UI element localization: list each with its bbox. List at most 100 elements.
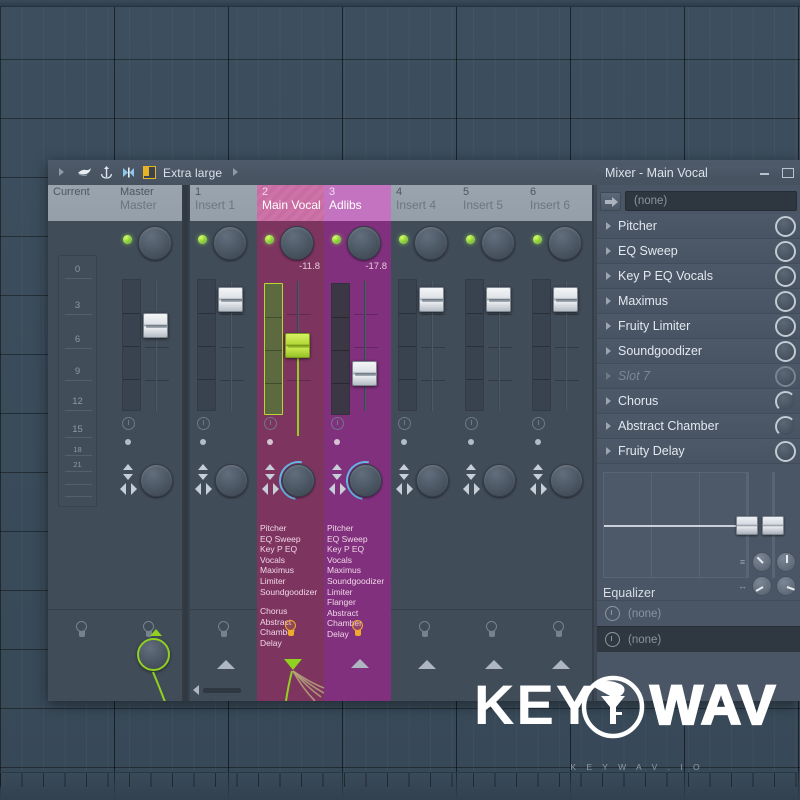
- channel-enable-led[interactable]: [265, 235, 274, 244]
- strip-insert-4[interactable]: 4 Insert 4: [391, 185, 458, 701]
- pan-icon[interactable]: [396, 483, 413, 496]
- strip-header[interactable]: 4 Insert 4: [391, 185, 458, 221]
- send-triangle-icon[interactable]: [351, 659, 369, 668]
- record-dot-icon[interactable]: [334, 439, 340, 445]
- bulb-icon[interactable]: [216, 621, 231, 638]
- pan-icon[interactable]: [530, 483, 547, 496]
- chevron-right-icon[interactable]: [606, 247, 611, 255]
- fader-rail[interactable]: [364, 281, 366, 411]
- play-arrow-icon[interactable]: [55, 165, 70, 180]
- strip-header[interactable]: 2 Main Vocal: [257, 185, 324, 221]
- channel-volume-knob[interactable]: [280, 226, 314, 260]
- slot-mix-knob[interactable]: [775, 216, 796, 237]
- send-triangle-icon[interactable]: [217, 660, 235, 669]
- stereo-separation-icon[interactable]: [330, 464, 344, 480]
- volume-fader[interactable]: [218, 287, 243, 312]
- channel-enable-led[interactable]: [533, 235, 542, 244]
- output-routing-row-2[interactable]: (none): [597, 626, 800, 652]
- channel-enable-led[interactable]: [198, 235, 207, 244]
- channel-enable-led[interactable]: [399, 235, 408, 244]
- record-dot-icon[interactable]: [267, 439, 273, 445]
- input-routing-icon[interactable]: [600, 191, 621, 211]
- effect-slot-7[interactable]: Slot 7: [597, 364, 800, 389]
- strip-main-vocal[interactable]: 2 Main Vocal -11.8 Pitcher EQ Sweep Key …: [257, 185, 326, 701]
- slot-mix-knob[interactable]: [775, 366, 796, 387]
- send-knob[interactable]: [137, 629, 170, 671]
- bulb-icon[interactable]: [417, 621, 432, 638]
- strip-header[interactable]: 5 Insert 5: [458, 185, 525, 221]
- strip-header[interactable]: Master Master: [115, 185, 182, 221]
- slot-mix-knob[interactable]: [775, 316, 796, 337]
- maximize-icon[interactable]: [782, 167, 794, 178]
- pan-knob[interactable]: [282, 464, 315, 497]
- pan-icon[interactable]: [329, 483, 346, 496]
- slot-mix-knob[interactable]: [775, 391, 796, 412]
- slot-mix-knob[interactable]: [775, 341, 796, 362]
- bulb-icon[interactable]: [74, 621, 89, 638]
- effect-slot-6[interactable]: Soundgoodizer: [597, 339, 800, 364]
- strip-header[interactable]: 3 Adlibs: [324, 185, 391, 221]
- input-source-field[interactable]: (none): [625, 191, 797, 211]
- volume-fader[interactable]: [553, 287, 578, 312]
- slot-mix-knob[interactable]: [775, 241, 796, 262]
- volume-fader[interactable]: [143, 313, 168, 338]
- chevron-right-icon[interactable]: [606, 272, 611, 280]
- channel-enable-led[interactable]: [466, 235, 475, 244]
- pan-knob[interactable]: [140, 464, 173, 497]
- stereo-separation-icon[interactable]: [196, 464, 210, 480]
- pan-knob[interactable]: [349, 464, 382, 497]
- volume-fader[interactable]: [486, 287, 511, 312]
- channel-volume-knob[interactable]: [548, 226, 582, 260]
- pan-icon[interactable]: [262, 483, 279, 496]
- effect-slot-4[interactable]: Maximus: [597, 289, 800, 314]
- stereo-separation-icon[interactable]: [263, 464, 277, 480]
- square-toggle-icon[interactable]: [143, 166, 156, 179]
- strip-header[interactable]: 1 Insert 1: [190, 185, 257, 221]
- pan-knob[interactable]: [550, 464, 583, 497]
- channel-volume-knob[interactable]: [138, 226, 172, 260]
- stereo-separation-icon[interactable]: [531, 464, 545, 480]
- slot-mix-knob[interactable]: [775, 416, 796, 437]
- stereo-separation-icon[interactable]: [397, 464, 411, 480]
- pan-knob[interactable]: [416, 464, 449, 497]
- send-triangle-icon[interactable]: [284, 659, 302, 670]
- clock-icon[interactable]: [465, 417, 478, 430]
- volume-fader[interactable]: [419, 287, 444, 312]
- eq-curve-display[interactable]: [603, 472, 747, 578]
- volume-fader[interactable]: [285, 333, 310, 358]
- strip-master[interactable]: Master Master: [115, 185, 182, 701]
- record-dot-icon[interactable]: [401, 439, 407, 445]
- chevron-right-icon[interactable]: [606, 422, 611, 430]
- record-dot-icon[interactable]: [535, 439, 541, 445]
- chevron-right-icon[interactable]: [606, 222, 611, 230]
- stereo-separation-icon[interactable]: [121, 464, 135, 480]
- effect-slot-2[interactable]: EQ Sweep: [597, 239, 800, 264]
- eq-gain-knob-2[interactable]: [776, 552, 796, 572]
- fader-rail[interactable]: [155, 281, 157, 411]
- clock-icon[interactable]: [532, 417, 545, 430]
- pan-icon[interactable]: [120, 483, 137, 496]
- send-triangle-icon[interactable]: [418, 660, 436, 669]
- record-dot-icon[interactable]: [125, 439, 131, 445]
- clock-icon[interactable]: [264, 417, 277, 430]
- eq-band-2-slider[interactable]: [762, 516, 784, 535]
- chevron-right-icon[interactable]: [606, 297, 611, 305]
- bulb-icon[interactable]: [283, 620, 298, 637]
- pan-icon[interactable]: [463, 483, 480, 496]
- strip-insert-6[interactable]: 6 Insert 6: [525, 185, 592, 701]
- clock-icon[interactable]: [398, 417, 411, 430]
- effect-slot-1[interactable]: Pitcher: [597, 214, 800, 239]
- channel-enable-led[interactable]: [332, 235, 341, 244]
- clock-icon[interactable]: [331, 417, 344, 430]
- effect-slot-5[interactable]: Fruity Limiter: [597, 314, 800, 339]
- pan-knob[interactable]: [483, 464, 516, 497]
- bird-icon[interactable]: [77, 165, 92, 180]
- effect-slot-10[interactable]: Fruity Delay: [597, 439, 800, 464]
- chevron-right-icon[interactable]: [229, 165, 244, 180]
- record-dot-icon[interactable]: [200, 439, 206, 445]
- strip-insert-1[interactable]: 1 Insert 1: [190, 185, 257, 701]
- eq-band-1-slider[interactable]: [736, 516, 758, 535]
- anchor-icon[interactable]: [99, 165, 114, 180]
- strip-header[interactable]: 6 Insert 6: [525, 185, 592, 221]
- send-triangle-icon[interactable]: [485, 660, 503, 669]
